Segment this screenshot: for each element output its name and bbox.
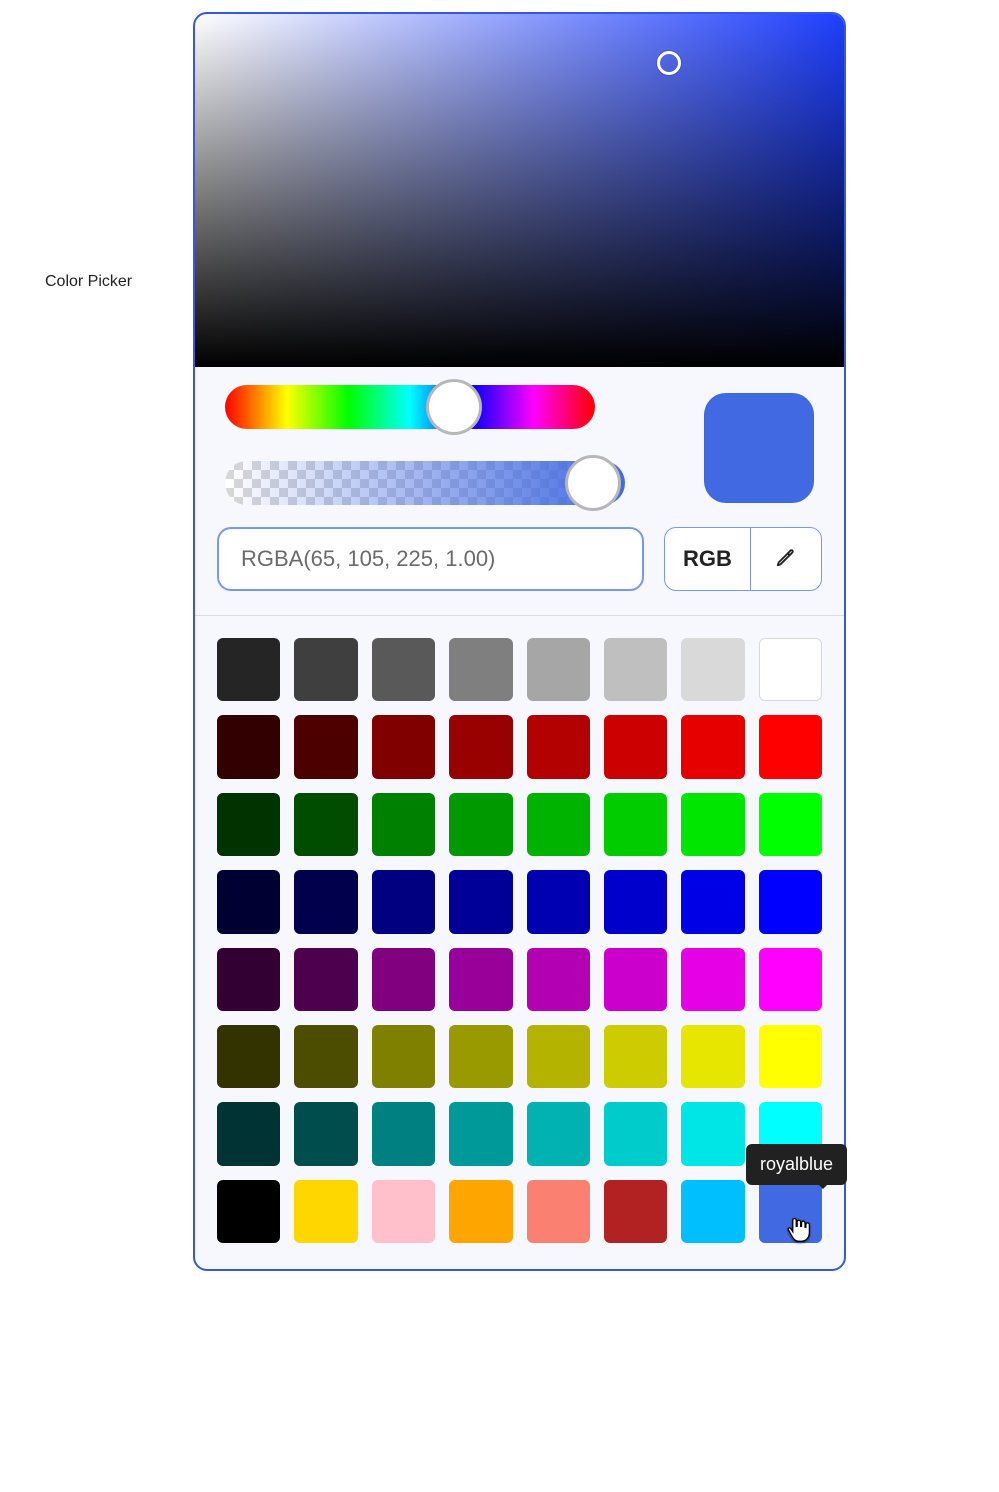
picker-label: Color Picker — [45, 273, 132, 291]
palette-swatch[interactable] — [681, 715, 744, 778]
palette-swatch[interactable] — [759, 1025, 822, 1088]
palette-swatch[interactable] — [372, 948, 435, 1011]
palette-swatch[interactable] — [681, 1180, 744, 1243]
palette-swatch[interactable] — [217, 1102, 280, 1165]
palette-swatch[interactable] — [217, 638, 280, 701]
palette-swatch[interactable] — [681, 793, 744, 856]
palette-swatch[interactable] — [372, 870, 435, 933]
preview-swatch — [704, 393, 814, 503]
palette-swatch[interactable] — [294, 948, 357, 1011]
palette-swatch[interactable] — [681, 870, 744, 933]
palette-swatch[interactable] — [449, 1102, 512, 1165]
hue-thumb[interactable] — [426, 379, 482, 435]
palette-swatch[interactable] — [604, 638, 667, 701]
palette-swatch[interactable] — [759, 715, 822, 778]
saturation-area[interactable] — [195, 14, 844, 367]
palette-swatch[interactable] — [217, 793, 280, 856]
palette-swatch[interactable] — [604, 948, 667, 1011]
palette-swatch[interactable] — [759, 638, 822, 701]
hue-slider[interactable] — [225, 385, 595, 429]
color-picker-panel: RGB — [193, 12, 846, 1271]
palette-swatch[interactable] — [449, 638, 512, 701]
palette-swatch[interactable] — [527, 715, 590, 778]
palette-swatch[interactable] — [527, 793, 590, 856]
palette-swatch[interactable] — [294, 1180, 357, 1243]
hand-cursor-icon — [784, 1215, 812, 1247]
color-value-input[interactable] — [217, 527, 644, 591]
palette-swatch[interactable] — [681, 1102, 744, 1165]
palette-swatch[interactable] — [604, 1180, 667, 1243]
palette-swatch[interactable] — [449, 1025, 512, 1088]
palette-swatch[interactable] — [527, 1025, 590, 1088]
palette-swatch[interactable] — [449, 715, 512, 778]
slider-column — [225, 385, 674, 505]
palette-swatch[interactable] — [294, 793, 357, 856]
palette-swatch[interactable] — [759, 948, 822, 1011]
palette-swatch[interactable] — [604, 1102, 667, 1165]
eyedropper-button[interactable] — [751, 528, 821, 590]
palette-swatch[interactable] — [294, 715, 357, 778]
palette-swatch[interactable] — [604, 1025, 667, 1088]
palette-swatch[interactable] — [604, 793, 667, 856]
palette-swatch[interactable] — [449, 870, 512, 933]
palette-swatch[interactable] — [294, 870, 357, 933]
palette-swatch[interactable] — [681, 948, 744, 1011]
alpha-slider[interactable] — [225, 461, 625, 505]
eyedropper-icon — [775, 546, 797, 573]
palette-swatch[interactable] — [527, 638, 590, 701]
palette-swatch[interactable] — [449, 1180, 512, 1243]
palette-swatch[interactable] — [217, 870, 280, 933]
palette-swatch[interactable] — [217, 1025, 280, 1088]
palette-swatch[interactable] — [449, 948, 512, 1011]
palette-swatch[interactable] — [681, 638, 744, 701]
palette-swatch[interactable] — [604, 715, 667, 778]
palette-swatch[interactable] — [294, 638, 357, 701]
palette-swatch[interactable] — [759, 870, 822, 933]
swatch-tooltip: royalblue — [746, 1144, 847, 1185]
value-input-row: RGB — [195, 505, 844, 616]
alpha-thumb[interactable] — [565, 455, 621, 511]
palette-swatch[interactable] — [527, 948, 590, 1011]
palette-swatch[interactable] — [372, 715, 435, 778]
slider-preview-row — [195, 367, 844, 505]
palette-swatch[interactable] — [604, 870, 667, 933]
palette-swatch[interactable] — [372, 1180, 435, 1243]
palette-swatch[interactable] — [294, 1025, 357, 1088]
palette-swatch[interactable] — [294, 1102, 357, 1165]
palette-swatch[interactable] — [527, 1180, 590, 1243]
palette-swatch[interactable] — [217, 1180, 280, 1243]
palette-swatch[interactable] — [217, 715, 280, 778]
palette-swatch[interactable] — [759, 793, 822, 856]
saturation-thumb[interactable] — [657, 51, 681, 75]
format-eyedropper-group: RGB — [664, 527, 822, 591]
palette-swatch[interactable] — [372, 793, 435, 856]
palette-swatch[interactable] — [527, 870, 590, 933]
palette-swatch[interactable] — [372, 638, 435, 701]
format-toggle-button[interactable]: RGB — [665, 528, 751, 590]
palette-swatch[interactable] — [527, 1102, 590, 1165]
palette-swatch[interactable] — [217, 948, 280, 1011]
palette-swatch[interactable] — [681, 1025, 744, 1088]
palette-swatch[interactable] — [372, 1025, 435, 1088]
palette-swatch[interactable] — [449, 793, 512, 856]
palette-swatch[interactable] — [372, 1102, 435, 1165]
